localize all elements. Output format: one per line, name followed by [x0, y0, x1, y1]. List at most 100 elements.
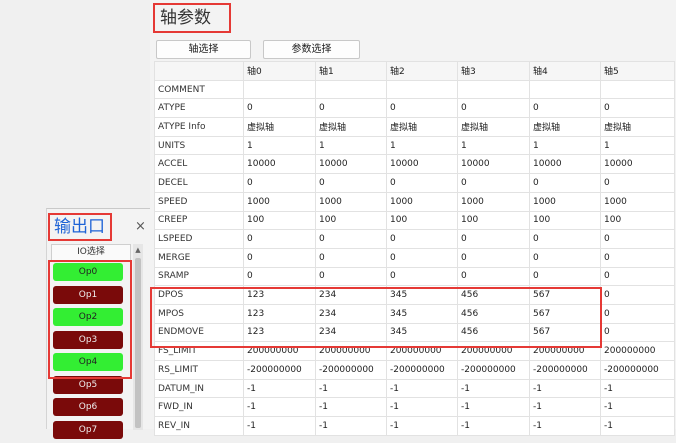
grid-cell[interactable]: 0: [600, 303, 675, 324]
grid-cell[interactable]: 0: [315, 98, 387, 119]
grid-column-header[interactable]: 轴2: [386, 61, 458, 81]
grid-cell[interactable]: 0: [600, 322, 675, 343]
grid-cell[interactable]: -1: [457, 397, 530, 418]
grid-cell[interactable]: 1000: [600, 191, 675, 212]
grid-cell[interactable]: 10000: [529, 154, 601, 175]
grid-cell[interactable]: 0: [600, 173, 675, 193]
grid-cell[interactable]: -200000000: [600, 360, 675, 380]
grid-cell[interactable]: 0: [600, 266, 675, 287]
grid-cell[interactable]: -1: [386, 397, 458, 418]
output-button-op7[interactable]: Op7: [53, 420, 123, 439]
grid-cell[interactable]: 1: [457, 135, 530, 156]
grid-cell[interactable]: 0: [386, 173, 458, 193]
grid-cell[interactable]: 0: [529, 98, 601, 119]
grid-cell[interactable]: -1: [315, 416, 387, 436]
grid-cell[interactable]: 1000: [243, 191, 316, 212]
grid-cell[interactable]: 567: [529, 285, 601, 305]
grid-cell[interactable]: -1: [386, 378, 458, 399]
grid-cell[interactable]: 1: [315, 135, 387, 156]
grid-cell[interactable]: 0: [600, 247, 675, 268]
grid-cell[interactable]: 200000000: [529, 341, 601, 361]
grid-cell[interactable]: 200000000: [386, 341, 458, 361]
grid-cell[interactable]: 1000: [529, 191, 601, 212]
grid-cell[interactable]: [243, 79, 316, 100]
grid-cell[interactable]: -1: [529, 378, 601, 399]
grid-cell[interactable]: 100: [457, 210, 530, 231]
grid-cell[interactable]: 0: [315, 247, 387, 268]
grid-cell[interactable]: -1: [243, 378, 316, 399]
grid-cell[interactable]: 0: [315, 266, 387, 287]
grid-cell[interactable]: 10000: [243, 154, 316, 175]
grid-cell[interactable]: 1: [243, 135, 316, 156]
grid-cell[interactable]: [457, 79, 530, 100]
grid-cell[interactable]: 0: [529, 266, 601, 287]
grid-cell[interactable]: 0: [386, 247, 458, 268]
grid-cell[interactable]: -200000000: [457, 360, 530, 380]
grid-cell[interactable]: 200000000: [600, 341, 675, 361]
scroll-thumb[interactable]: [135, 258, 141, 428]
grid-cell[interactable]: -1: [457, 416, 530, 436]
grid-cell[interactable]: 123: [243, 322, 316, 343]
grid-cell[interactable]: 100: [529, 210, 601, 231]
grid-cell[interactable]: -200000000: [529, 360, 601, 380]
grid-cell[interactable]: -1: [600, 397, 675, 418]
grid-cell[interactable]: 0: [529, 247, 601, 268]
output-scrollbar[interactable]: ▲: [133, 244, 143, 430]
grid-cell[interactable]: -1: [386, 416, 458, 436]
grid-cell[interactable]: 虚拟轴: [529, 117, 601, 137]
grid-cell[interactable]: 123: [243, 303, 316, 324]
grid-cell[interactable]: 100: [386, 210, 458, 231]
axis-select-button[interactable]: 轴选择: [156, 40, 251, 59]
output-button-op6[interactable]: Op6: [53, 398, 123, 416]
grid-cell[interactable]: 0: [457, 98, 530, 119]
grid-cell[interactable]: 虚拟轴: [457, 117, 530, 137]
grid-cell[interactable]: -1: [529, 397, 601, 418]
grid-cell[interactable]: -1: [243, 416, 316, 436]
grid-cell[interactable]: 0: [243, 173, 316, 193]
grid-cell[interactable]: 0: [457, 229, 530, 249]
grid-cell[interactable]: 1: [386, 135, 458, 156]
grid-cell[interactable]: -1: [243, 397, 316, 418]
grid-cell[interactable]: 0: [386, 98, 458, 119]
grid-cell[interactable]: [529, 79, 601, 100]
grid-cell[interactable]: 456: [457, 285, 530, 305]
grid-cell[interactable]: [386, 79, 458, 100]
grid-cell[interactable]: 0: [457, 266, 530, 287]
grid-cell[interactable]: 1: [529, 135, 601, 156]
grid-cell[interactable]: 0: [457, 173, 530, 193]
grid-cell[interactable]: -1: [600, 416, 675, 436]
grid-cell[interactable]: 0: [600, 229, 675, 249]
grid-column-header[interactable]: 轴0: [243, 61, 316, 81]
grid-cell[interactable]: -1: [315, 397, 387, 418]
close-icon[interactable]: ×: [135, 219, 146, 234]
grid-cell[interactable]: [315, 79, 387, 100]
grid-cell[interactable]: -1: [315, 378, 387, 399]
grid-cell[interactable]: 0: [243, 247, 316, 268]
grid-cell[interactable]: 虚拟轴: [386, 117, 458, 137]
grid-cell[interactable]: 234: [315, 285, 387, 305]
grid-cell[interactable]: 1000: [315, 191, 387, 212]
grid-cell[interactable]: 100: [600, 210, 675, 231]
grid-column-header[interactable]: 轴5: [600, 61, 675, 81]
grid-cell[interactable]: 100: [243, 210, 316, 231]
grid-cell[interactable]: 0: [315, 229, 387, 249]
grid-cell[interactable]: 0: [386, 266, 458, 287]
grid-cell[interactable]: -200000000: [243, 360, 316, 380]
grid-cell[interactable]: 虚拟轴: [600, 117, 675, 137]
grid-cell[interactable]: 200000000: [243, 341, 316, 361]
grid-cell[interactable]: -200000000: [315, 360, 387, 380]
grid-cell[interactable]: 10000: [315, 154, 387, 175]
param-select-button[interactable]: 参数选择: [263, 40, 360, 59]
grid-cell[interactable]: 虚拟轴: [243, 117, 316, 137]
grid-cell[interactable]: 200000000: [315, 341, 387, 361]
grid-cell[interactable]: 10000: [386, 154, 458, 175]
grid-cell[interactable]: -200000000: [386, 360, 458, 380]
grid-cell[interactable]: 0: [243, 98, 316, 119]
grid-cell[interactable]: 0: [386, 229, 458, 249]
grid-cell[interactable]: 345: [386, 285, 458, 305]
grid-cell[interactable]: 567: [529, 322, 601, 343]
grid-cell[interactable]: 1000: [386, 191, 458, 212]
grid-cell[interactable]: 0: [243, 266, 316, 287]
grid-column-header[interactable]: 轴4: [529, 61, 601, 81]
scroll-up-arrow-icon[interactable]: ▲: [133, 246, 143, 254]
